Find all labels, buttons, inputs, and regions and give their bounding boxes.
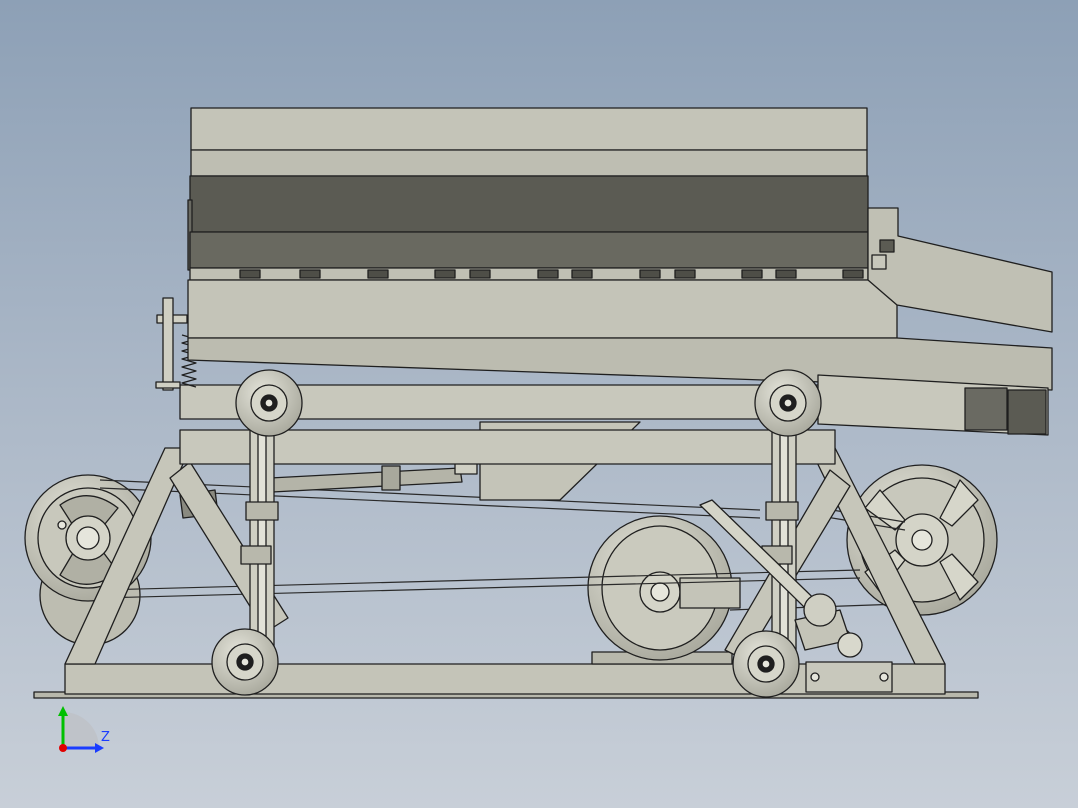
triad-z-label: Z (101, 730, 110, 745)
base-bracket (805, 661, 893, 693)
drive-motor (587, 515, 741, 665)
coordinate-triad-icon (58, 706, 104, 753)
machine-model (24, 107, 1053, 753)
cad-viewport[interactable]: Z (0, 0, 1078, 808)
